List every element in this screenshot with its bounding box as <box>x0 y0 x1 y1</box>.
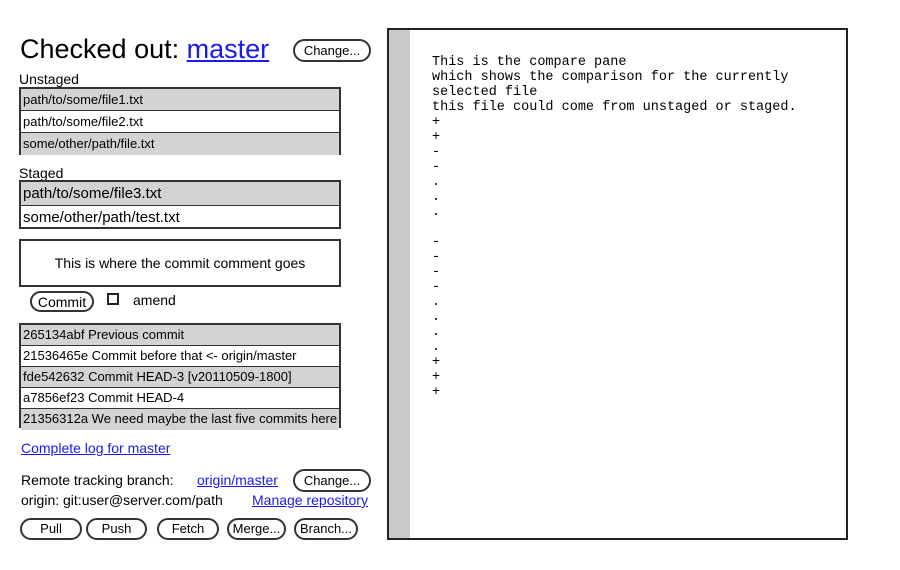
unstaged-file-list: path/to/some/file1.txt path/to/some/file… <box>19 87 341 155</box>
commit-log-list: 265134abf Previous commit 21536465e Comm… <box>19 323 341 430</box>
unstaged-label: Unstaged <box>19 71 79 87</box>
staged-label: Staged <box>19 165 64 181</box>
commit-log-row[interactable]: fde542632 Commit HEAD-3 [v20110509-1800] <box>21 367 339 388</box>
staged-file-list: path/to/some/file3.txt some/other/path/t… <box>19 180 341 229</box>
staged-file-row[interactable]: path/to/some/file3.txt <box>21 182 339 206</box>
commit-log-row[interactable]: a7856ef23 Commit HEAD-4 <box>21 388 339 409</box>
checked-out-title: Checked out: master <box>20 32 269 66</box>
unstaged-file-row[interactable]: path/to/some/file1.txt <box>21 89 339 111</box>
remote-tracking-branch-link[interactable]: origin/master <box>197 472 278 488</box>
fetch-button[interactable]: Fetch <box>157 518 219 540</box>
current-branch-link[interactable]: master <box>187 34 270 64</box>
remote-tracking-label: Remote tracking branch: <box>21 472 174 488</box>
amend-label: amend <box>133 292 176 308</box>
merge-button[interactable]: Merge... <box>227 518 286 540</box>
pull-button[interactable]: Pull <box>20 518 82 540</box>
push-button[interactable]: Push <box>86 518 147 540</box>
manage-repository-link[interactable]: Manage repository <box>252 492 368 508</box>
commit-button[interactable]: Commit <box>30 291 94 312</box>
change-branch-button[interactable]: Change... <box>293 39 371 62</box>
unstaged-file-row[interactable]: some/other/path/file.txt <box>21 133 339 155</box>
commit-log-row[interactable]: 21536465e Commit before that <- origin/m… <box>21 346 339 367</box>
origin-url: origin: git:user@server.com/path <box>21 492 223 508</box>
checked-out-label: Checked out: <box>20 34 180 64</box>
compare-pane[interactable]: This is the compare pane which shows the… <box>387 28 848 540</box>
unstaged-file-row[interactable]: path/to/some/file2.txt <box>21 111 339 133</box>
branch-button[interactable]: Branch... <box>294 518 358 540</box>
compare-pane-text: This is the compare pane which shows the… <box>432 55 797 400</box>
change-remote-button[interactable]: Change... <box>293 469 371 492</box>
commit-log-row[interactable]: 265134abf Previous commit <box>21 325 339 346</box>
commit-log-row[interactable]: 21356312a We need maybe the last five co… <box>21 409 339 430</box>
commit-message-input[interactable]: This is where the commit comment goes <box>19 239 341 287</box>
staged-file-row[interactable]: some/other/path/test.txt <box>21 206 339 230</box>
complete-log-link[interactable]: Complete log for master <box>21 440 170 456</box>
compare-pane-gutter <box>389 30 410 538</box>
amend-checkbox[interactable] <box>107 293 119 305</box>
